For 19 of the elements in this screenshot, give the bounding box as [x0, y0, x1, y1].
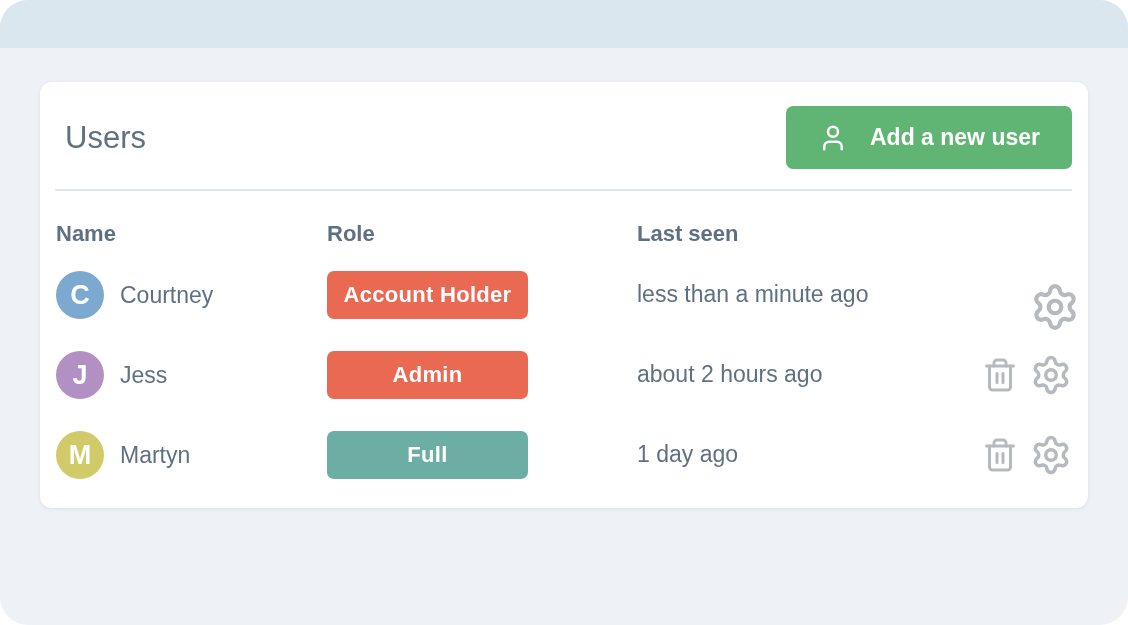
- column-header: Role: [327, 221, 376, 248]
- trash-icon[interactable]: [982, 357, 1018, 393]
- avatar: C: [56, 271, 104, 319]
- last-seen-text: 1 day ago: [637, 440, 740, 468]
- user-name: Martyn: [120, 441, 191, 469]
- last-seen-text: about 2 hours ago: [637, 360, 824, 388]
- trash-icon[interactable]: [982, 437, 1018, 473]
- column-header: Name: [56, 221, 117, 248]
- role-badge: Account Holder: [327, 271, 528, 319]
- user-name: Jess: [120, 361, 168, 389]
- card-title: Users: [65, 119, 146, 156]
- avatar: J: [56, 351, 104, 399]
- role-badge: Full: [327, 431, 528, 479]
- user-name: Courtney: [120, 281, 214, 309]
- add-user-button[interactable]: Add a new user: [786, 106, 1072, 169]
- column-header: Last seen: [637, 221, 740, 248]
- role-badge: Admin: [327, 351, 528, 399]
- avatar: M: [56, 431, 104, 479]
- last-seen-text: less than a minute ago: [637, 280, 870, 308]
